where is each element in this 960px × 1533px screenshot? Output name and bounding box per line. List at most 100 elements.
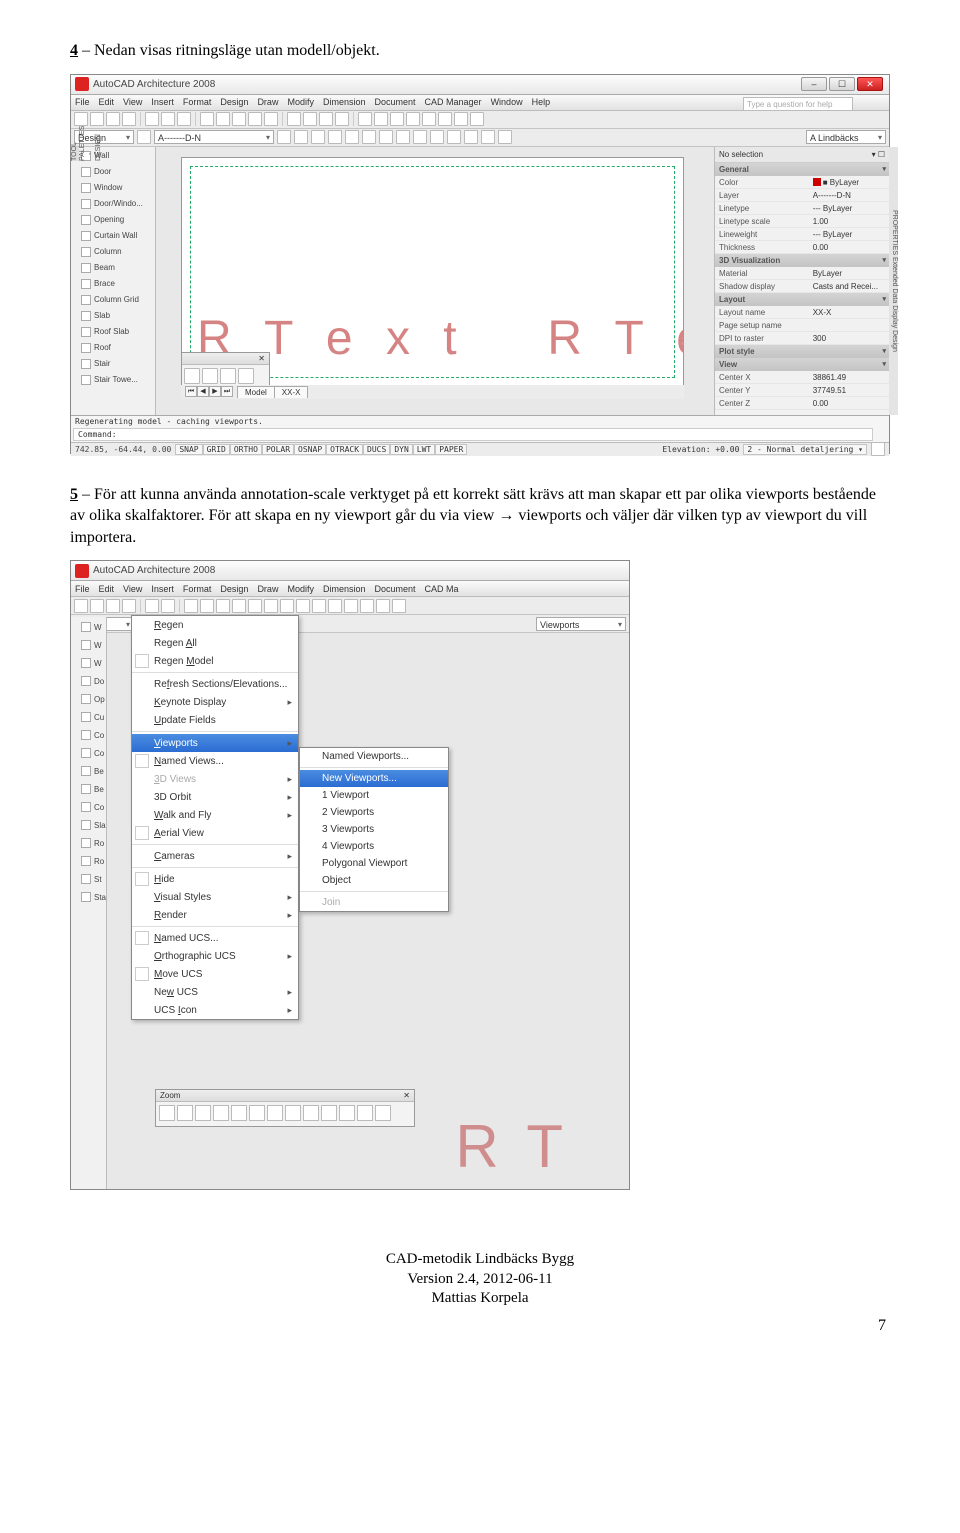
tool-icon[interactable] <box>184 599 198 613</box>
palette-item[interactable]: Co <box>81 745 106 761</box>
palette-item[interactable]: Roof Slab <box>81 325 153 339</box>
tool-icon[interactable] <box>358 112 372 126</box>
tool-icon[interactable] <box>464 130 478 144</box>
tool-icon[interactable] <box>335 112 349 126</box>
menu-document[interactable]: Document <box>375 584 416 594</box>
tool-icon[interactable] <box>312 599 326 613</box>
menu-window[interactable]: Window <box>491 97 523 107</box>
tool-icon[interactable] <box>280 599 294 613</box>
menu-file[interactable]: File <box>75 584 90 594</box>
palette-item[interactable]: Window <box>81 181 153 195</box>
tool-icon[interactable] <box>374 112 388 126</box>
props-section[interactable]: General <box>715 163 889 176</box>
menu-item[interactable]: Cameras <box>132 847 298 865</box>
props-row[interactable]: Color■ ByLayer <box>715 176 889 189</box>
menu-edit[interactable]: Edit <box>99 97 115 107</box>
tool-icon[interactable] <box>106 112 120 126</box>
submenu-item[interactable]: Object <box>300 872 448 889</box>
drawing-canvas[interactable]: R T e x t R T e Zoom✕ <box>181 157 684 387</box>
menu-format[interactable]: Format <box>183 97 212 107</box>
palette-item[interactable]: Column <box>81 245 153 259</box>
tool-icon[interactable] <box>90 599 104 613</box>
tool-icon[interactable] <box>232 599 246 613</box>
zoom-close-icon[interactable]: ✕ <box>258 353 265 364</box>
palette-item[interactable]: Slab <box>81 309 153 323</box>
tool-icon[interactable] <box>74 112 88 126</box>
menu-item[interactable]: Aerial View <box>132 824 298 842</box>
props-row[interactable]: DPI to raster300 <box>715 332 889 345</box>
tool-icon[interactable] <box>470 112 484 126</box>
zoom-icon[interactable] <box>339 1105 355 1121</box>
status-toggle-polar[interactable]: POLAR <box>262 444 294 455</box>
status-toggle-grid[interactable]: GRID <box>203 444 230 455</box>
tool-icon[interactable] <box>106 599 120 613</box>
status-toggle-osnap[interactable]: OSNAP <box>294 444 326 455</box>
tool-icon[interactable] <box>392 599 406 613</box>
palette-item[interactable]: Cu <box>81 709 106 725</box>
tool-icon[interactable] <box>248 112 262 126</box>
zoom-icon[interactable] <box>321 1105 337 1121</box>
tool-icon[interactable] <box>413 130 427 144</box>
menu-help[interactable]: Help <box>532 97 551 107</box>
submenu-item[interactable]: Polygonal Viewport <box>300 855 448 872</box>
props-row[interactable]: LayerA-------D-N <box>715 189 889 202</box>
palette-item[interactable]: Sla <box>81 817 106 833</box>
zoom-icon[interactable] <box>357 1105 373 1121</box>
props-row[interactable]: MaterialByLayer <box>715 267 889 280</box>
props-row[interactable]: Linetype scale1.00 <box>715 215 889 228</box>
palette-item[interactable]: Door <box>81 165 153 179</box>
menu-document[interactable]: Document <box>375 97 416 107</box>
palette-item[interactable]: Stair <box>81 357 153 371</box>
status-toggle-lwt[interactable]: LWT <box>413 444 435 455</box>
props-row[interactable]: Lineweight--- ByLayer <box>715 228 889 241</box>
tool-icon[interactable] <box>447 130 461 144</box>
menu-item[interactable]: Regen <box>132 616 298 634</box>
menu-item[interactable]: Regen All <box>132 634 298 652</box>
menu-item[interactable]: Viewports <box>132 734 298 752</box>
zoom-icon[interactable] <box>238 368 254 384</box>
tool-icon[interactable] <box>481 130 495 144</box>
palette-item[interactable]: Beam <box>81 261 153 275</box>
tool-icon[interactable] <box>161 599 175 613</box>
menu-design[interactable]: Design <box>220 584 248 594</box>
menu-item[interactable]: Orthographic UCS <box>132 947 298 965</box>
props-vtab[interactable]: PROPERTIES Extended Data Display Design <box>889 147 898 415</box>
menu-item[interactable]: Named Views... <box>132 752 298 770</box>
tool-icon[interactable] <box>145 112 159 126</box>
tool-icon[interactable] <box>498 130 512 144</box>
status-toggle-otrack[interactable]: OTRACK <box>326 444 363 455</box>
menu-cad manager[interactable]: CAD Manager <box>425 97 482 107</box>
props-row[interactable]: Page setup name <box>715 319 889 332</box>
palette-item[interactable]: Wall <box>81 149 153 163</box>
tool-icon[interactable] <box>422 112 436 126</box>
submenu-item[interactable]: New Viewports... <box>300 770 448 787</box>
tool-icon[interactable] <box>454 112 468 126</box>
palette-item[interactable]: Column Grid <box>81 293 153 307</box>
tool-icon[interactable] <box>319 112 333 126</box>
tab-nav-button[interactable]: ⏮ <box>185 386 197 397</box>
menu-item[interactable]: Walk and Fly <box>132 806 298 824</box>
palette-item[interactable]: St <box>81 871 106 887</box>
palette-item[interactable]: Do <box>81 673 106 689</box>
menu-modify[interactable]: Modify <box>287 97 314 107</box>
props-row[interactable]: Center Z0.00 <box>715 397 889 410</box>
menu-item[interactable]: Render <box>132 906 298 924</box>
tool-icon[interactable] <box>303 112 317 126</box>
menu-draw[interactable]: Draw <box>257 97 278 107</box>
menu-design[interactable]: Design <box>220 97 248 107</box>
menu-view[interactable]: View <box>123 97 142 107</box>
tool-icon[interactable] <box>376 599 390 613</box>
tool-icon[interactable] <box>311 130 325 144</box>
zoom-icon[interactable] <box>285 1105 301 1121</box>
palette-item[interactable]: Opening <box>81 213 153 227</box>
palette-item[interactable]: W <box>81 619 106 635</box>
menu-file[interactable]: File <box>75 97 90 107</box>
tool-icon[interactable] <box>287 112 301 126</box>
palette-item[interactable]: Sta <box>81 889 106 905</box>
maximize-button[interactable]: ☐ <box>829 77 855 91</box>
props-row[interactable]: Center X38861.49 <box>715 371 889 384</box>
tool-icon[interactable] <box>360 599 374 613</box>
menu-item[interactable]: New UCS <box>132 983 298 1001</box>
palette-item[interactable]: W <box>81 655 106 671</box>
tab-nav-button[interactable]: ▶ <box>209 386 221 397</box>
